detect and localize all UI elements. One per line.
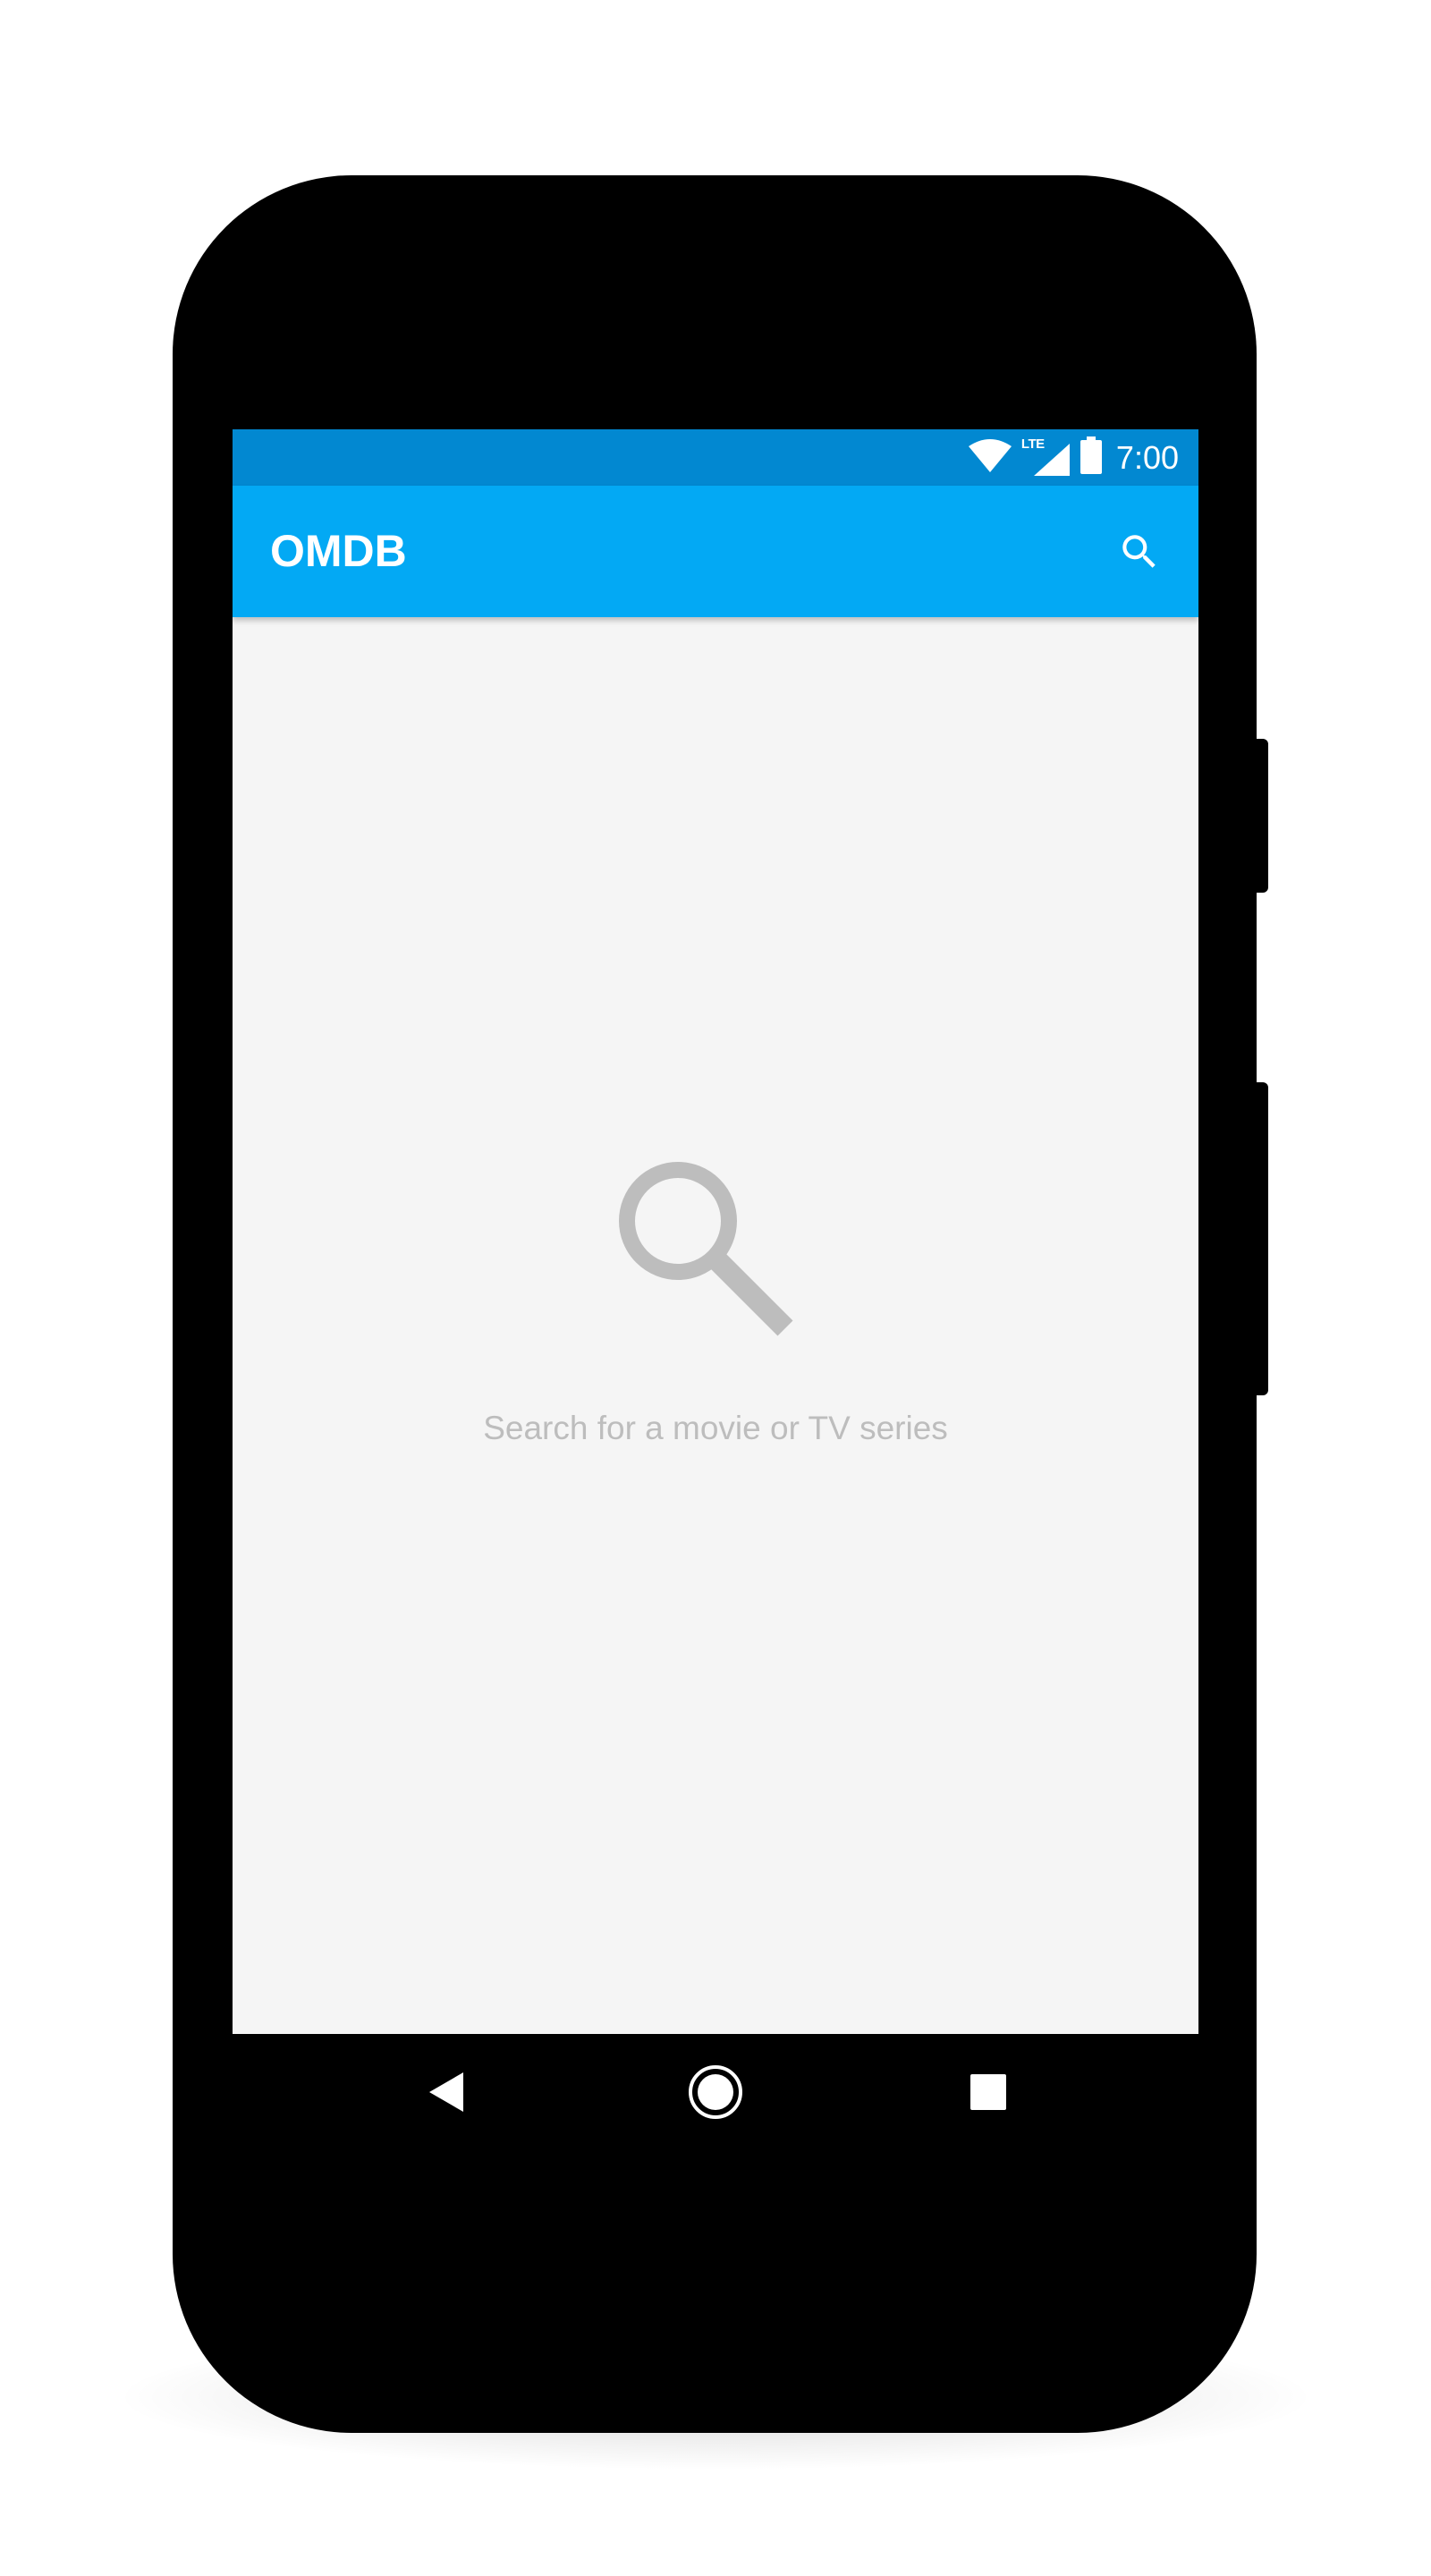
app-title: OMDB: [270, 526, 407, 576]
phone-screen: LTE 7:00 OMDB Search for a movie or TV s…: [233, 429, 1198, 2034]
app-bar-search-button[interactable]: [1107, 520, 1172, 584]
empty-state-search-icon: [615, 1158, 816, 1359]
nav-recents-button[interactable]: [948, 2052, 1029, 2132]
navigation-bar: [233, 2034, 1198, 2150]
lte-signal-icon: LTE: [1021, 436, 1071, 478]
app-bar: OMDB: [233, 486, 1198, 617]
status-bar: LTE 7:00: [233, 429, 1198, 486]
status-time: 7:00: [1115, 438, 1179, 476]
power-button: [1250, 739, 1268, 893]
battery-icon: [1080, 436, 1102, 479]
recents-square-icon: [970, 2074, 1006, 2110]
volume-rocker: [1250, 1082, 1268, 1395]
status-icons: LTE 7:00: [968, 429, 1179, 486]
search-icon: [1122, 535, 1156, 568]
home-circle-icon: [689, 2065, 742, 2119]
empty-state-message: Search for a movie or TV series: [483, 1410, 948, 1446]
back-triangle-icon: [429, 2072, 463, 2112]
wifi-icon: [968, 437, 1012, 478]
nav-back-button[interactable]: [407, 2052, 487, 2132]
main-content: Search for a movie or TV series: [233, 617, 1198, 2034]
nav-home-button[interactable]: [675, 2052, 756, 2132]
stage: LTE 7:00 OMDB Search for a movie or TV s…: [0, 0, 1431, 2576]
